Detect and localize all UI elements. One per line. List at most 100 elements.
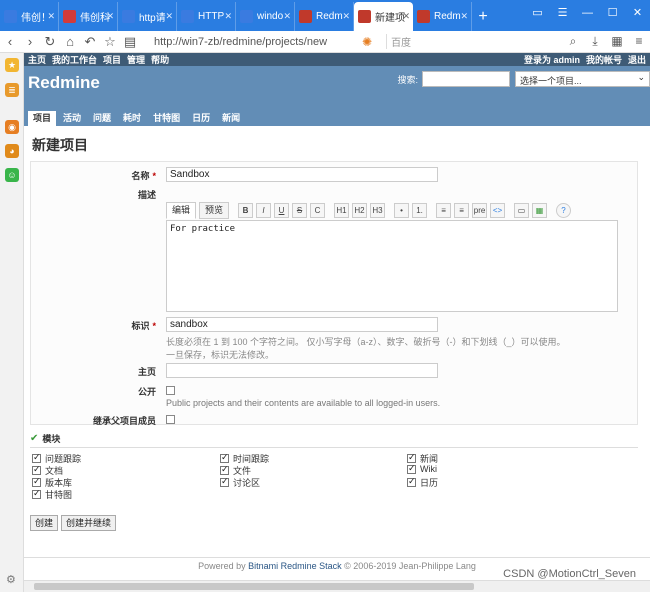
wiki-link-button[interactable]: ▭ xyxy=(514,203,530,218)
back-icon[interactable]: ‹ xyxy=(0,34,20,49)
browser-tab[interactable]: windo ✕ xyxy=(236,2,295,31)
download-icon[interactable]: ⤓ xyxy=(584,34,606,49)
inherit-members-checkbox[interactable] xyxy=(166,415,175,424)
extension-icon[interactable]: ✺ xyxy=(362,35,372,49)
homepage-input[interactable] xyxy=(166,363,438,378)
underline-button[interactable]: U xyxy=(274,203,290,218)
strike-button[interactable]: S xyxy=(292,203,308,218)
bookmark-icon[interactable]: ☆ xyxy=(100,34,120,50)
module-gantt[interactable]: 甘特图 xyxy=(32,488,72,501)
tab-close-icon[interactable]: ✕ xyxy=(283,11,291,22)
identifier-input[interactable]: sandbox xyxy=(166,317,438,332)
tab-close-icon[interactable]: ✕ xyxy=(106,11,114,22)
module-wiki[interactable]: Wiki xyxy=(407,463,437,474)
italic-button[interactable]: I xyxy=(256,203,272,218)
tab-news[interactable]: 新闻 xyxy=(217,111,245,126)
reload-icon[interactable]: ↻ xyxy=(40,34,60,50)
address-bar[interactable]: http://win7-zb/redmine/projects/new xyxy=(154,36,354,48)
browser-tab[interactable]: 伟创科 ✕ xyxy=(59,2,118,31)
top-menu-my-page[interactable]: 我的工作台 xyxy=(52,53,97,66)
my-account-link[interactable]: 我的帐号 xyxy=(586,53,622,66)
numbered-list-button[interactable]: 1. xyxy=(412,203,428,218)
checkmark-icon: ✔ xyxy=(30,433,39,444)
indent-button[interactable]: ≡ xyxy=(436,203,452,218)
horizontal-scrollbar[interactable] xyxy=(24,580,650,592)
maximize-icon[interactable]: ☐ xyxy=(600,0,625,26)
top-menu-home[interactable]: 主页 xyxy=(28,53,46,66)
modules-legend[interactable]: ✔ 模块 xyxy=(30,432,644,445)
h2-button[interactable]: H2 xyxy=(352,203,368,218)
favorites-icon[interactable]: ★ xyxy=(5,58,19,72)
reader-icon[interactable]: ▤ xyxy=(120,34,140,50)
quick-search-input[interactable] xyxy=(422,71,510,87)
tab-projects[interactable]: 项目 xyxy=(28,111,57,126)
top-menu-projects[interactable]: 项目 xyxy=(103,53,121,66)
tab-close-icon[interactable]: ✕ xyxy=(402,11,410,22)
home-icon[interactable]: ⌂ xyxy=(60,34,80,49)
outdent-button[interactable]: ≡ xyxy=(454,203,470,218)
site-title[interactable]: Redmine xyxy=(28,73,100,93)
identifier-hint: 长度必须在 1 到 100 个字符之间。 仅小写字母（a-z）、数字、破折号（-… xyxy=(166,337,566,347)
tab-activity[interactable]: 活动 xyxy=(58,111,86,126)
h3-button[interactable]: H3 xyxy=(370,203,386,218)
search-icon[interactable]: ⌕ xyxy=(562,34,584,49)
link-button[interactable]: <> xyxy=(490,203,506,218)
footer-link[interactable]: Bitnami Redmine Stack xyxy=(248,561,342,571)
modules-list: 问题跟踪 文档 版本库 甘特图 时间跟踪 文件 讨论区 新闻 Wiki 日历 xyxy=(30,447,638,505)
forward-icon[interactable]: › xyxy=(20,34,40,49)
undo-icon[interactable]: ↶ xyxy=(80,34,100,50)
image-button[interactable]: ▦ xyxy=(532,203,548,218)
browser-window: 伟创！ ✕ 伟创科 ✕ http请 ✕ HTTP ✕ windo ✕ Redm ✕ 新建项 ✕ Redm ✕ … xyxy=(0,0,650,592)
description-textarea[interactable]: For practice xyxy=(166,220,618,312)
homepage-label: 主页 xyxy=(137,367,156,377)
tab-calendar[interactable]: 日历 xyxy=(187,111,215,126)
code-button[interactable]: C xyxy=(310,203,326,218)
h1-button[interactable]: H1 xyxy=(334,203,350,218)
tab-gantt[interactable]: 甘特图 xyxy=(148,111,185,126)
weibo-icon[interactable]: ◕ xyxy=(5,144,19,158)
browser-tab[interactable]: HTTP ✕ xyxy=(177,2,236,31)
top-menu-help[interactable]: 帮助 xyxy=(151,53,169,66)
browser-tab[interactable]: Redm ✕ xyxy=(295,2,354,31)
rss-icon[interactable]: ◉ xyxy=(5,120,19,134)
scrollbar-thumb[interactable] xyxy=(34,583,474,590)
tab-close-icon[interactable]: ✕ xyxy=(165,11,173,22)
module-boards[interactable]: 讨论区 xyxy=(220,476,260,489)
name-input[interactable]: Sandbox xyxy=(166,167,438,182)
tab-time-entries[interactable]: 耗时 xyxy=(118,111,146,126)
tab-issues[interactable]: 问题 xyxy=(88,111,116,126)
browser-tab[interactable]: Redm ✕ xyxy=(413,2,472,31)
browser-tab[interactable]: 伟创！ ✕ xyxy=(0,2,59,31)
tab-close-icon[interactable]: ✕ xyxy=(342,11,350,22)
bullet-list-button[interactable]: • xyxy=(394,203,410,218)
public-checkbox[interactable] xyxy=(166,386,175,395)
pre-button[interactable]: pre xyxy=(472,203,488,218)
restore-icon[interactable]: ▭ xyxy=(525,0,550,26)
settings-gear-icon[interactable]: ⚙ xyxy=(6,573,16,586)
top-menu-admin[interactable]: 管理 xyxy=(127,53,145,66)
tab-close-icon[interactable]: ✕ xyxy=(224,11,232,22)
notes-icon[interactable]: ≣ xyxy=(5,83,19,97)
browser-tab[interactable]: http请 ✕ xyxy=(118,2,177,31)
wechat-icon[interactable]: ☺ xyxy=(5,168,19,182)
new-tab-button[interactable]: + xyxy=(472,2,494,31)
help-button[interactable]: ? xyxy=(556,203,572,218)
browser-tab[interactable]: 新建项 ✕ xyxy=(354,2,413,31)
close-icon[interactable]: ✕ xyxy=(625,0,650,26)
tab-preview[interactable]: 预览 xyxy=(199,202,230,219)
minimize-icon[interactable]: — xyxy=(575,0,600,26)
browser-sidebar: ★ ≣ ◉ ◕ ☺ ⚙ xyxy=(0,53,24,592)
tab-close-icon[interactable]: ✕ xyxy=(460,11,468,22)
tab-edit[interactable]: 编辑 xyxy=(166,202,197,219)
create-and-continue-button[interactable]: 创建并继续 xyxy=(61,515,117,531)
module-calendar[interactable]: 日历 xyxy=(407,476,438,489)
logout-link[interactable]: 退出 xyxy=(628,53,646,66)
tab-close-icon[interactable]: ✕ xyxy=(47,11,55,22)
grid-icon[interactable]: ▦ xyxy=(606,34,628,49)
menu-hamburger-icon[interactable]: ≡ xyxy=(628,34,650,49)
bold-button[interactable]: B xyxy=(238,203,254,218)
project-jump-select[interactable]: 选择一个项目... ⌄ xyxy=(515,71,650,87)
menu-icon[interactable]: ☰ xyxy=(550,0,575,26)
create-button[interactable]: 创建 xyxy=(30,515,59,531)
search-box[interactable]: 百度 xyxy=(386,34,516,49)
